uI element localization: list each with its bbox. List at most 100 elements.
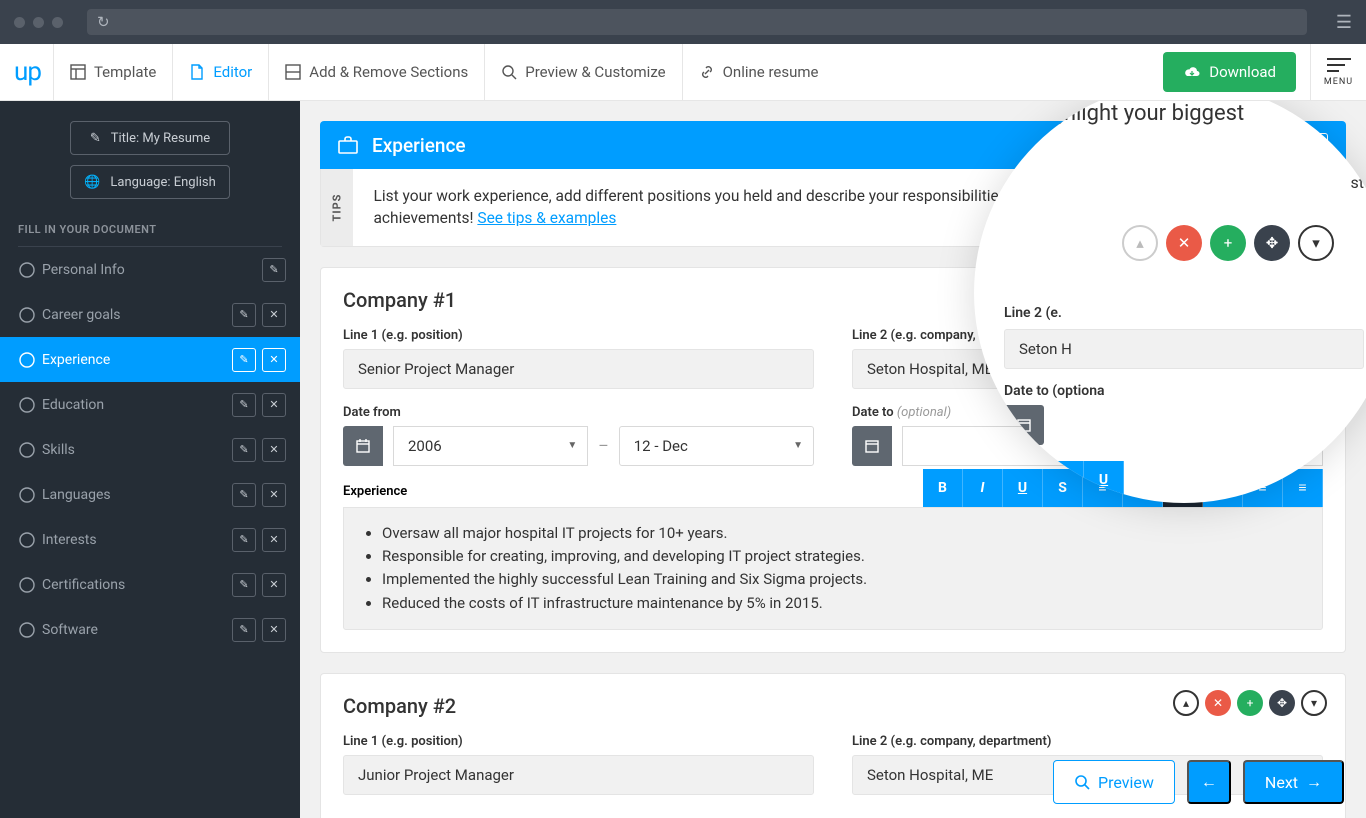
bullet-item: Responsible for creating, improving, and… xyxy=(382,545,1304,568)
delete-icon[interactable]: ✕ xyxy=(262,528,286,552)
edit-icon[interactable]: ✎ xyxy=(232,438,256,462)
edit-icon[interactable]: ✎ xyxy=(262,258,286,282)
date-from-label: Date from xyxy=(343,405,814,420)
delete-icon[interactable]: ✕ xyxy=(262,303,286,327)
sidebar-item-career-goals[interactable]: Career goals✎✕ xyxy=(0,292,300,337)
tips-link[interactable]: See tips & examples xyxy=(477,209,616,227)
traffic-light-max[interactable] xyxy=(52,17,63,28)
sidebar-icon xyxy=(18,351,42,369)
sidebar-item-education[interactable]: Education✎✕ xyxy=(0,382,300,427)
nav-preview[interactable]: Preview & Customize xyxy=(484,44,681,101)
sidebar-item-experience[interactable]: Experience✎✕ xyxy=(0,337,300,382)
mag-bold[interactable]: B xyxy=(1004,461,1044,499)
back-button[interactable]: ← xyxy=(1187,760,1231,804)
sidebar-icon xyxy=(18,396,42,414)
edit-icon[interactable]: ✎ xyxy=(232,528,256,552)
delete-icon[interactable]: ✕ xyxy=(262,483,286,507)
mag-underline[interactable]: U xyxy=(1084,461,1124,499)
sidebar-icon xyxy=(18,486,42,504)
line1-label: Line 1 (e.g. position) xyxy=(343,328,814,343)
move-down-button[interactable]: ▾ xyxy=(1301,690,1327,716)
magnifier-overlay: highlight your biggest st ▴ ✕ + ✥ ▾ Line… xyxy=(974,101,1366,503)
edit-icon[interactable]: ✎ xyxy=(232,483,256,507)
template-icon xyxy=(70,64,86,80)
mag-line2-input[interactable]: Seton H xyxy=(1004,329,1364,369)
sidebar-item-personal-info[interactable]: Personal Info✎ xyxy=(0,247,300,292)
mag-move-button[interactable]: ✥ xyxy=(1254,225,1290,261)
sidebar-item-software[interactable]: Software✎✕ xyxy=(0,607,300,652)
nav-online[interactable]: Online resume xyxy=(682,44,835,101)
download-button[interactable]: Download xyxy=(1163,52,1296,92)
title-button[interactable]: ✎ Title: My Resume xyxy=(70,121,230,155)
add-button[interactable]: + xyxy=(1237,690,1263,716)
language-button[interactable]: 🌐 Language: English xyxy=(70,165,230,199)
nav-template[interactable]: Template xyxy=(53,44,172,101)
delete-icon[interactable]: ✕ xyxy=(262,438,286,462)
sidebar-item-certifications[interactable]: Certifications✎✕ xyxy=(0,562,300,607)
next-button[interactable]: Next → xyxy=(1243,760,1344,804)
month-select[interactable]: 12 - Dec▼ xyxy=(619,426,814,466)
nav-label: Add & Remove Sections xyxy=(309,63,468,81)
edit-icon[interactable]: ✎ xyxy=(232,393,256,417)
delete-icon[interactable]: ✕ xyxy=(262,348,286,372)
menu-button[interactable]: MENU xyxy=(1310,44,1366,101)
cloud-download-icon xyxy=(1183,65,1201,79)
mag-headline: highlight your biggest xyxy=(1034,101,1244,126)
top-nav: up Template Editor Add & Remove Sections… xyxy=(0,44,1366,101)
footer-buttons: Preview ← Next → xyxy=(1053,760,1344,804)
delete-icon[interactable]: ✕ xyxy=(262,618,286,642)
nav-sections[interactable]: Add & Remove Sections xyxy=(268,44,484,101)
edit-icon[interactable]: ✎ xyxy=(232,573,256,597)
bullet-item: Implemented the highly successful Lean T… xyxy=(382,568,1304,591)
delete-icon[interactable]: ✕ xyxy=(262,573,286,597)
nav-label: Preview & Customize xyxy=(525,63,665,81)
mag-calendar-icon[interactable] xyxy=(1004,405,1044,445)
sidebar-item-interests[interactable]: Interests✎✕ xyxy=(0,517,300,562)
bold-button[interactable]: B xyxy=(923,469,963,507)
mag-down-button[interactable]: ▾ xyxy=(1298,225,1334,261)
browser-chrome: ↻ ☰ xyxy=(0,0,1366,44)
preview-button[interactable]: Preview xyxy=(1053,760,1175,804)
sidebar-item-languages[interactable]: Languages✎✕ xyxy=(0,472,300,517)
year-select[interactable]: 2006▼ xyxy=(393,426,588,466)
experience-editor[interactable]: Oversaw all major hospital IT projects f… xyxy=(343,507,1323,630)
reload-icon[interactable]: ↻ xyxy=(97,13,110,31)
calendar-icon[interactable] xyxy=(343,426,383,466)
delete-button[interactable]: ✕ xyxy=(1205,690,1231,716)
calendar-icon[interactable] xyxy=(852,426,892,466)
file-icon xyxy=(189,64,205,80)
c2-line1-input[interactable] xyxy=(343,755,814,795)
globe-icon: 🌐 xyxy=(84,175,100,190)
sidebar: ✎ Title: My Resume 🌐 Language: English F… xyxy=(0,101,300,818)
sidebar-label: Languages xyxy=(42,487,232,503)
nav-label: Editor xyxy=(213,63,252,81)
nav-editor[interactable]: Editor xyxy=(172,44,268,101)
mag-add-button[interactable]: + xyxy=(1210,225,1246,261)
mag-up-button[interactable]: ▴ xyxy=(1122,225,1158,261)
mag-delete-button[interactable]: ✕ xyxy=(1166,225,1202,261)
logo[interactable]: up xyxy=(14,57,41,87)
c2-line1-label: Line 1 (e.g. position) xyxy=(343,734,814,749)
url-bar[interactable]: ↻ xyxy=(87,9,1307,35)
sidebar-icon xyxy=(18,621,42,639)
edit-icon[interactable]: ✎ xyxy=(232,348,256,372)
traffic-light-min[interactable] xyxy=(33,17,44,28)
content-area: Experience Edit title TIPS List your wor… xyxy=(300,101,1366,818)
sidebar-item-skills[interactable]: Skills✎✕ xyxy=(0,427,300,472)
browser-menu-icon[interactable]: ☰ xyxy=(1336,12,1352,33)
sidebar-icon xyxy=(18,261,42,279)
pencil-icon: ✎ xyxy=(90,131,101,146)
title-label: Title: My Resume xyxy=(111,131,210,146)
edit-icon[interactable]: ✎ xyxy=(232,303,256,327)
traffic-light-close[interactable] xyxy=(14,17,25,28)
search-icon xyxy=(501,64,517,80)
edit-icon[interactable]: ✎ xyxy=(232,618,256,642)
mag-actions: ▴ ✕ + ✥ ▾ xyxy=(1122,225,1334,261)
sidebar-icon xyxy=(18,306,42,324)
move-button[interactable]: ✥ xyxy=(1269,690,1295,716)
delete-icon[interactable]: ✕ xyxy=(262,393,286,417)
link-icon xyxy=(699,64,715,80)
line1-input[interactable] xyxy=(343,349,814,389)
mag-italic[interactable]: I xyxy=(1044,461,1084,499)
move-up-button[interactable]: ▴ xyxy=(1173,690,1199,716)
